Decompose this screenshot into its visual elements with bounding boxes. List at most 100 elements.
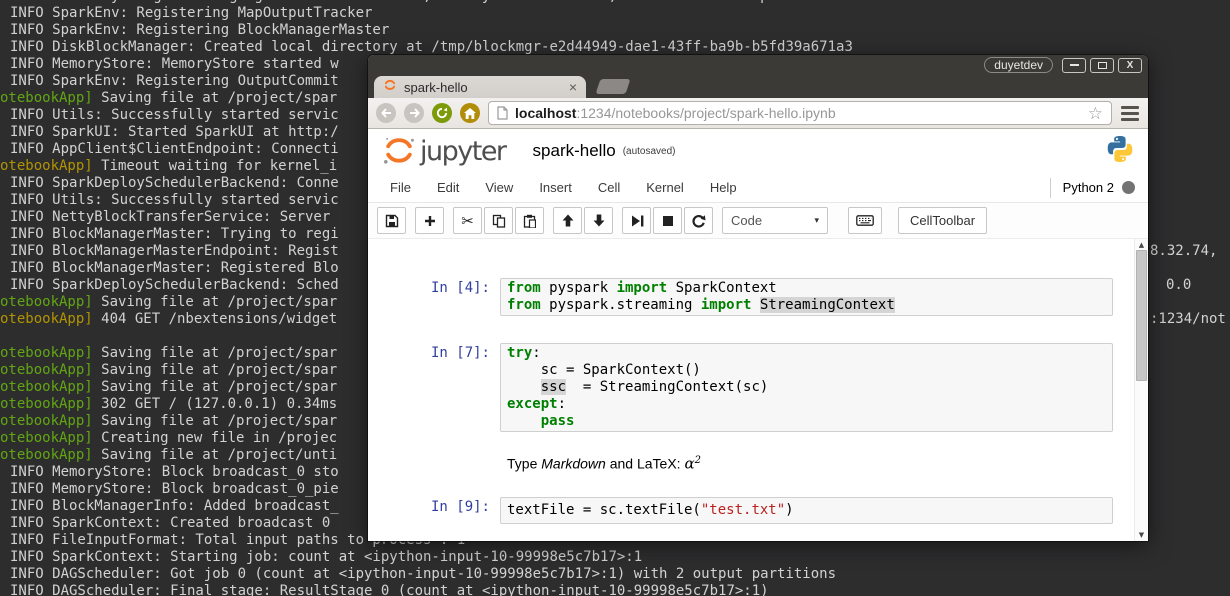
tab-close-icon[interactable]: × (569, 80, 577, 94)
cell-type-value: Code (731, 213, 763, 228)
terminal-log-line: INFO SparkDeploySchedulerBackend: Conne (10, 175, 339, 191)
paste-icon (523, 214, 536, 228)
notebook-scrollbar[interactable]: ▲ ▼ (1134, 239, 1148, 541)
url-host: localhost (515, 105, 577, 121)
kernel-status-icon (1122, 181, 1135, 194)
jupyter-page: jupyter spark-hello (autosaved) File Edit… (368, 129, 1148, 541)
celltoolbar-button[interactable]: CellToolbar (898, 207, 988, 234)
stop-icon (662, 215, 673, 226)
menu-view[interactable]: View (472, 180, 526, 195)
notebook-cells: In [4]: from pyspark import SparkContext f… (368, 278, 1134, 524)
move-cell-down-button[interactable] (584, 207, 613, 234)
python-logo-icon (1105, 135, 1135, 168)
window-close-button[interactable]: X (1118, 57, 1142, 73)
browser-tabstrip: spark-hello × (368, 75, 1148, 98)
menu-help[interactable]: Help (697, 180, 750, 195)
cell-input[interactable]: textFile = sc.textFile("test.txt") (500, 496, 1113, 524)
scroll-down-icon[interactable]: ▼ (1139, 529, 1144, 541)
paste-cell-button[interactable] (515, 207, 544, 234)
jupyter-menubar: File Edit View Insert Cell Kernel Help Python … (368, 173, 1148, 203)
window-minimize-button[interactable] (1062, 57, 1086, 73)
menu-edit[interactable]: Edit (424, 180, 472, 195)
terminal-log-line: INFO AppClient$ClientEndpoint: Connecti (10, 141, 339, 157)
url-text: localhost:1234/notebooks/project/spark-h… (515, 105, 836, 121)
screen: INFO SecurityManager: Changing view acls… (0, 0, 1230, 596)
terminal-text-fragment: 8.32.74, (1150, 243, 1218, 259)
terminal-log-line: otebookApp] Timeout waiting for kernel_i (0, 158, 338, 174)
url-bar[interactable]: localhost:1234/notebooks/project/spark-h… (488, 101, 1112, 125)
terminal-log-line: otebookApp] Creating new file in /projec (0, 430, 338, 446)
terminal-log-line: INFO SparkContext: Created broadcast 0 (10, 515, 331, 531)
terminal-log-line: otebookApp] Saving file at /project/spar (0, 362, 338, 378)
browser-menu-icon[interactable] (1120, 105, 1140, 121)
cell-prompt: In [9]: (430, 498, 490, 515)
window-titlebar: duyetdev X (368, 55, 1148, 75)
home-button[interactable] (460, 103, 480, 123)
cell-type-select[interactable]: Code ▾ (722, 207, 828, 234)
terminal-log-line: otebookApp] Saving file at /project/spar (0, 294, 338, 310)
menu-file[interactable]: File (377, 180, 424, 195)
restart-kernel-button[interactable] (684, 207, 713, 234)
add-cell-button[interactable] (415, 207, 444, 234)
terminal-log-line: INFO BlockManagerInfo: Added broadcast_ (10, 498, 339, 514)
save-button[interactable] (377, 207, 406, 234)
interrupt-kernel-button[interactable] (653, 207, 682, 234)
terminal-log-line: INFO SparkDeploySchedulerBackend: Sched (10, 277, 339, 293)
autosave-status: (autosaved) (622, 145, 676, 157)
terminal-log-line: INFO BlockManagerMaster: Registered Blo (10, 260, 339, 276)
minimize-icon (1069, 64, 1079, 66)
terminal-log-line: INFO SparkUI: Started SparkUI at http:/ (10, 124, 339, 140)
terminal-log-line: otebookApp] Saving file at /project/spar (0, 413, 338, 429)
kernel-indicator: Python 2 (1049, 177, 1148, 198)
menu-insert[interactable]: Insert (526, 180, 585, 195)
window-maximize-button[interactable] (1090, 57, 1114, 73)
terminal-log-line: INFO DAGScheduler: Got job 0 (count at <… (10, 566, 837, 582)
menu-cell[interactable]: Cell (585, 180, 633, 195)
markdown-cell-text[interactable]: Type Markdown and LaTeX: α2 (500, 450, 1113, 475)
terminal-log-line: INFO SparkEnv: Registering OutputCommit (10, 73, 339, 89)
menu-kernel[interactable]: Kernel (633, 180, 697, 195)
reload-icon (436, 107, 448, 119)
restart-icon (692, 214, 706, 227)
bookmark-star-icon[interactable]: ☆ (1088, 105, 1103, 122)
jupyter-header: jupyter spark-hello (autosaved) (368, 129, 1148, 173)
jupyter-logo[interactable]: jupyter (381, 135, 507, 167)
forward-button[interactable] (404, 103, 424, 123)
terminal-log-line: INFO SparkEnv: Registering BlockManagerM… (10, 22, 390, 38)
terminal-log-line: INFO DAGScheduler: Final stage: ResultSt… (10, 583, 769, 596)
terminal-log-line: otebookApp] 302 GET / (127.0.0.1) 0.34ms (0, 396, 338, 412)
session-user-badge: duyetdev (984, 57, 1053, 73)
new-tab-button[interactable] (595, 79, 631, 94)
jupyter-favicon-icon (383, 78, 397, 97)
cell-input[interactable]: try: sc = SparkContext() ssc = Streaming… (500, 343, 1113, 432)
move-cell-up-button[interactable] (553, 207, 582, 234)
terminal-log-line: otebookApp] Saving file at /project/spar (0, 90, 338, 106)
url-path: :1234/notebooks/project/spark-hello.ipyn… (576, 105, 836, 121)
browser-window: duyetdev X spark-hello × localhost:1234/… (368, 55, 1148, 541)
kernel-name: Python 2 (1062, 180, 1114, 195)
run-cell-button[interactable] (622, 207, 651, 234)
jupyter-wordmark: jupyter (420, 135, 507, 167)
terminal-log-line: otebookApp] 404 GET /nbextensions/widget (0, 311, 338, 327)
command-palette-button[interactable] (848, 207, 882, 234)
back-button[interactable] (376, 103, 396, 123)
reload-button[interactable] (432, 103, 452, 123)
arrow-down-icon (593, 214, 604, 227)
terminal-log-line: INFO Utils: Successfully started servic (10, 107, 339, 123)
browser-navbar: localhost:1234/notebooks/project/spark-h… (368, 98, 1148, 129)
notebook-title[interactable]: spark-hello (533, 141, 616, 161)
keyboard-icon (856, 215, 874, 226)
copy-icon (492, 214, 505, 228)
cell-input[interactable]: from pyspark import SparkContext from pys… (500, 278, 1113, 316)
terminal-log-line: INFO SparkContext: Starting job: count a… (10, 549, 643, 565)
copy-cell-button[interactable] (484, 207, 513, 234)
cell-prompt (368, 450, 500, 452)
terminal-log-line: INFO BlockManagerMaster: Trying to regi (10, 226, 339, 242)
terminal-log-line: INFO NettyBlockTransferService: Server (10, 209, 331, 225)
cut-cell-button[interactable]: ✂ (453, 207, 482, 234)
browser-tab[interactable]: spark-hello × (374, 76, 586, 98)
terminal-log-line: INFO MemoryStore: Block broadcast_0 sto (10, 464, 339, 480)
terminal-log-line: INFO MemoryStore: Block broadcast_0_pie (10, 481, 339, 497)
back-arrow-icon (380, 108, 391, 118)
scrollbar-thumb[interactable] (1136, 250, 1147, 381)
